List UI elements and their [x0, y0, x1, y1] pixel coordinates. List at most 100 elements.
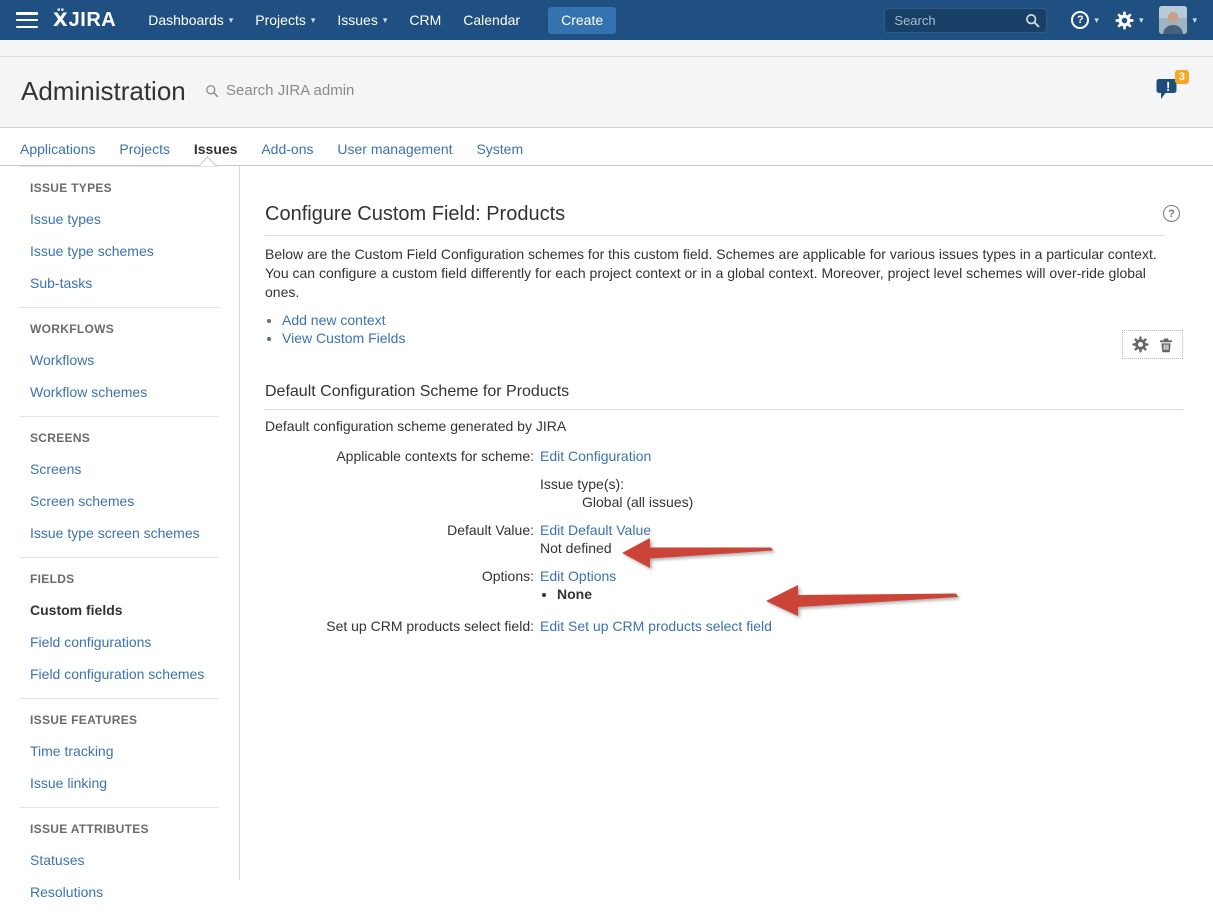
sidebar-item-statuses[interactable]: Statuses: [30, 852, 219, 868]
default-value-state: Not defined: [540, 539, 651, 557]
sidebar-section-title: ISSUE ATTRIBUTES: [30, 822, 219, 836]
notification-bubble-icon[interactable]: ! 3: [1155, 76, 1189, 108]
crm-field-label: Set up CRM products select field:: [265, 617, 540, 635]
page: { "navbar": { "brand_glyph": "Ẍ", "brand…: [0, 0, 1213, 880]
sidebar-item-custom-fields[interactable]: Custom fields: [30, 602, 219, 618]
crm-field-value: Edit Set up CRM products select field: [540, 617, 772, 635]
navbar-menu: Dashboards ▾ Projects ▾ Issues ▾ CRM Cal…: [138, 0, 532, 40]
configure-gear-button[interactable]: [1132, 336, 1149, 353]
admin-header: Administration ! 3: [0, 40, 1213, 128]
sidebar-section-workflows: WORKFLOWS Workflows Workflow schemes: [20, 307, 219, 416]
menu-dashboards[interactable]: Dashboards ▾: [138, 0, 243, 40]
issue-types-value: Global (all issues): [582, 493, 693, 511]
contexts-row: Applicable contexts for scheme: Edit Con…: [265, 447, 1183, 511]
exclamation-glyph: !: [1166, 79, 1170, 94]
crm-field-row: Set up CRM products select field: Edit S…: [265, 617, 1183, 635]
tab-system[interactable]: System: [476, 141, 523, 157]
delete-trash-button[interactable]: [1159, 337, 1173, 353]
tab-issues[interactable]: Issues: [194, 141, 238, 157]
help-icon[interactable]: ?: [1163, 205, 1180, 222]
admin-search: [205, 82, 446, 99]
help-menu[interactable]: ? ▾: [1071, 11, 1099, 29]
contexts-value: Edit Configuration Issue type(s): Global…: [540, 447, 693, 511]
avatar: [1159, 6, 1187, 34]
sidebar-section-issue-attributes: ISSUE ATTRIBUTES Statuses Resolutions: [20, 807, 219, 916]
sidebar-item-screen-schemes[interactable]: Screen schemes: [30, 493, 219, 509]
navbar-left: Ẍ JIRA Dashboards ▾ Projects ▾ Issues ▾ …: [0, 0, 616, 40]
options-value: Edit Options None: [540, 567, 616, 603]
sidebar-item-issue-type-screen-schemes[interactable]: Issue type screen schemes: [30, 525, 219, 541]
sidebar-item-issue-linking[interactable]: Issue linking: [30, 775, 219, 791]
notification-count-badge: 3: [1175, 70, 1189, 84]
tab-user-management[interactable]: User management: [337, 141, 452, 157]
edit-default-value-link[interactable]: Edit Default Value: [540, 522, 651, 538]
menu-issues[interactable]: Issues ▾: [327, 0, 397, 40]
options-row: Options: Edit Options None: [265, 567, 1183, 603]
chevron-down-icon: ▾: [311, 15, 316, 26]
edit-options-link[interactable]: Edit Options: [540, 568, 616, 584]
sidebar-item-workflow-schemes[interactable]: Workflow schemes: [30, 384, 219, 400]
contexts-label: Applicable contexts for scheme:: [265, 447, 540, 511]
gear-icon: [1115, 11, 1134, 30]
top-navbar: Ẍ JIRA Dashboards ▾ Projects ▾ Issues ▾ …: [0, 0, 1213, 40]
sidebar-section-title: ISSUE TYPES: [30, 181, 219, 195]
sidebar-section-title: SCREENS: [30, 431, 219, 445]
scheme-title: Default Configuration Scheme for Product…: [265, 383, 1183, 410]
chevron-down-icon: ▾: [1192, 15, 1197, 26]
gear-icon: [1132, 336, 1149, 353]
scheme-operations-box: [1122, 330, 1183, 359]
tab-applications[interactable]: Applications: [20, 141, 96, 157]
scheme-subtitle: Default configuration scheme generated b…: [265, 418, 1183, 434]
menu-projects[interactable]: Projects ▾: [245, 0, 325, 40]
sidebar-item-field-configurations[interactable]: Field configurations: [30, 634, 219, 650]
search-icon: [205, 84, 219, 98]
scheme-details: Applicable contexts for scheme: Edit Con…: [265, 447, 1183, 635]
create-button[interactable]: Create: [548, 7, 616, 34]
sidebar-item-screens[interactable]: Screens: [30, 461, 219, 477]
admin-search-input[interactable]: [226, 82, 446, 99]
edit-configuration-link[interactable]: Edit Configuration: [540, 448, 651, 464]
user-profile-menu[interactable]: ▾: [1159, 6, 1197, 34]
jira-brand-text: JIRA: [69, 9, 117, 32]
sidebar-item-resolutions[interactable]: Resolutions: [30, 884, 219, 900]
list-item: Add new context: [282, 311, 1183, 329]
sidebar-section-fields: FIELDS Custom fields Field configuration…: [20, 557, 219, 698]
options-label: Options:: [265, 567, 540, 603]
content-description: Below are the Custom Field Configuration…: [265, 245, 1170, 302]
view-custom-fields-link[interactable]: View Custom Fields: [282, 330, 405, 346]
admin-sidebar: ISSUE TYPES Issue types Issue type schem…: [0, 166, 240, 880]
search-icon: [1025, 13, 1040, 28]
menu-calendar[interactable]: Calendar: [453, 0, 530, 40]
sidebar-item-field-configuration-schemes[interactable]: Field configuration schemes: [30, 666, 219, 682]
tab-projects[interactable]: Projects: [119, 141, 170, 157]
tab-addons[interactable]: Add-ons: [261, 141, 313, 157]
options-none-item: None: [557, 585, 616, 603]
active-tab-notch: [199, 156, 216, 166]
chevron-down-icon: ▾: [1094, 15, 1099, 26]
edit-crm-products-select-field-link[interactable]: Edit Set up CRM products select field: [540, 618, 772, 634]
main-content: ? Configure Custom Field: Products Below…: [265, 166, 1183, 635]
jira-mascot-icon: Ẍ: [53, 9, 68, 31]
sidebar-item-sub-tasks[interactable]: Sub-tasks: [30, 275, 219, 291]
add-new-context-link[interactable]: Add new context: [282, 312, 386, 328]
navbar-search-input[interactable]: [884, 8, 1047, 33]
navbar-search: [884, 8, 1047, 33]
admin-tabs: Applications Projects Issues Add-ons Use…: [0, 128, 1213, 166]
default-value-row: Default Value: Edit Default Value Not de…: [265, 521, 1183, 557]
chevron-down-icon: ▾: [383, 15, 388, 26]
sidebar-item-time-tracking[interactable]: Time tracking: [30, 743, 219, 759]
admin-gear-menu[interactable]: ▾: [1115, 11, 1144, 30]
sidebar-item-issue-types[interactable]: Issue types: [30, 211, 219, 227]
trash-icon: [1159, 337, 1173, 353]
sidebar-item-workflows[interactable]: Workflows: [30, 352, 219, 368]
default-value-value: Edit Default Value Not defined: [540, 521, 651, 557]
hamburger-menu-icon[interactable]: [16, 12, 38, 28]
options-list: None: [540, 585, 616, 603]
sidebar-item-issue-type-schemes[interactable]: Issue type schemes: [30, 243, 219, 259]
list-item: View Custom Fields: [282, 329, 1183, 347]
chevron-down-icon: ▾: [1139, 15, 1144, 26]
content-heading: Configure Custom Field: Products: [265, 203, 1165, 236]
jira-logo[interactable]: Ẍ JIRA: [53, 9, 116, 32]
navbar-right: ? ▾ ▾: [884, 6, 1213, 34]
menu-crm[interactable]: CRM: [399, 0, 451, 40]
